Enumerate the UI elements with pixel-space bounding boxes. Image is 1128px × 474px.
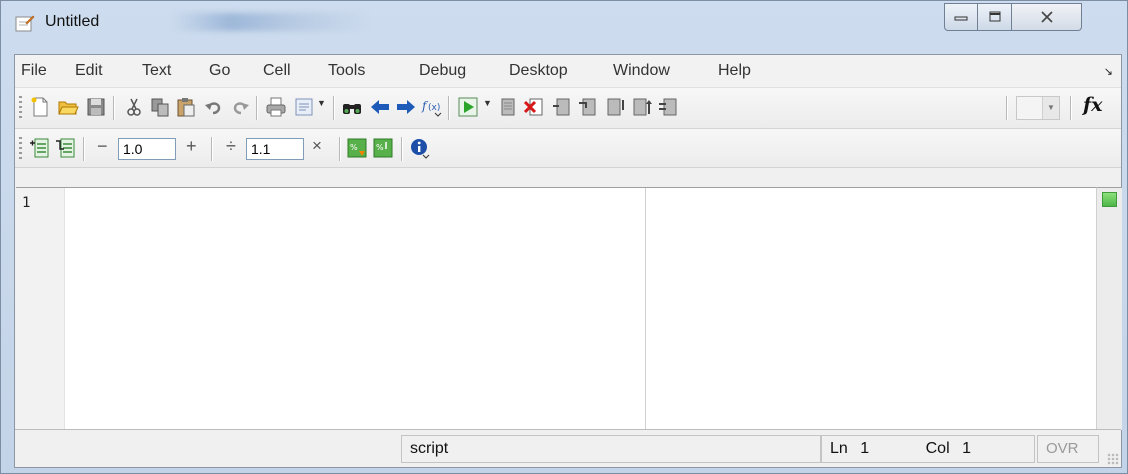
increment-button[interactable]: + xyxy=(186,136,197,157)
divide-value-field[interactable] xyxy=(246,138,304,160)
client-area: File Edit Text Go Cell Tools Debug Deskt… xyxy=(14,54,1122,468)
info-icon[interactable] xyxy=(409,137,431,159)
toolbar-separator xyxy=(113,96,114,120)
resize-grip[interactable] xyxy=(1107,453,1119,465)
exit-debug-icon[interactable] xyxy=(657,96,679,118)
line-value: 1 xyxy=(860,440,870,457)
evaluate-cell-advance-icon[interactable]: % xyxy=(372,137,394,159)
title-bar[interactable]: Untitled xyxy=(1,1,1127,41)
evaluate-cell-icon[interactable]: % xyxy=(346,137,368,159)
menu-debug[interactable]: Debug xyxy=(419,62,466,80)
column-value: 1 xyxy=(962,440,971,457)
step-out-icon[interactable] xyxy=(605,96,627,118)
decrement-button[interactable]: − xyxy=(97,136,108,157)
menu-go[interactable]: Go xyxy=(209,62,230,80)
multiply-button[interactable]: × xyxy=(312,136,322,156)
minimize-icon xyxy=(954,16,968,21)
right-text-limit-line xyxy=(645,188,646,430)
toolbar-separator xyxy=(1070,96,1071,120)
menu-cell[interactable]: Cell xyxy=(263,62,291,80)
close-icon xyxy=(1040,11,1053,23)
breakpoint-clear-icon[interactable] xyxy=(523,96,545,118)
ovr-label: OVR xyxy=(1046,440,1079,457)
undo-icon[interactable] xyxy=(203,96,225,118)
remove-cell-divider-icon[interactable] xyxy=(55,137,77,159)
file-type-field: script xyxy=(401,435,821,463)
cut-icon[interactable] xyxy=(123,96,145,118)
menu-tools[interactable]: Tools xyxy=(328,62,365,80)
vertical-scrollbar[interactable] xyxy=(1096,187,1122,430)
continue-icon[interactable] xyxy=(631,96,653,118)
toolbar-grip[interactable] xyxy=(19,96,22,118)
step-in-icon[interactable] xyxy=(577,96,599,118)
restore-icon xyxy=(989,11,1000,22)
menu-edit[interactable]: Edit xyxy=(75,62,103,80)
comment-dropdown-arrow[interactable]: ▼ xyxy=(317,98,326,108)
insert-cell-divider-icon[interactable] xyxy=(29,137,51,159)
print-icon[interactable] xyxy=(265,96,287,118)
find-icon[interactable] xyxy=(341,96,363,118)
toolbar-separator xyxy=(256,96,257,120)
open-file-icon[interactable] xyxy=(57,96,79,118)
menu-bar: File Edit Text Go Cell Tools Debug Deskt… xyxy=(15,55,1121,88)
comment-icon[interactable] xyxy=(293,96,315,118)
decrement-value-field[interactable] xyxy=(118,138,176,160)
forward-icon[interactable] xyxy=(395,96,417,118)
breakpoint-set-icon[interactable] xyxy=(497,96,519,118)
save-icon[interactable] xyxy=(85,96,107,118)
editor-document-icon xyxy=(15,15,35,32)
cursor-position-field: Ln 1 Col 1 xyxy=(821,435,1035,463)
paste-icon[interactable] xyxy=(175,96,197,118)
step-icon[interactable] xyxy=(551,96,573,118)
status-bar: script Ln 1 Col 1 OVR xyxy=(15,430,1121,467)
toolbar-grip[interactable] xyxy=(19,137,22,159)
file-type-label: script xyxy=(410,440,449,457)
cell-toolbar: − + ÷ × % % xyxy=(15,129,1121,168)
toolbar-separator xyxy=(333,96,334,120)
chevron-down-icon[interactable]: ▼ xyxy=(1042,97,1059,119)
stack-combobox[interactable]: ▼ xyxy=(1016,96,1060,120)
menu-window[interactable]: Window xyxy=(613,62,670,80)
toolbar-separator xyxy=(83,137,84,161)
toolbar-separator xyxy=(448,96,449,120)
close-button[interactable] xyxy=(1012,3,1082,31)
copy-icon[interactable] xyxy=(149,96,171,118)
svg-text:%: % xyxy=(350,143,358,152)
toolbar-separator xyxy=(339,137,340,161)
code-editor[interactable]: 1 xyxy=(16,187,1096,430)
fx-function-icon[interactable]: fx xyxy=(1083,94,1103,116)
svg-text:%: % xyxy=(376,143,384,152)
window-title: Untitled xyxy=(45,13,100,30)
restore-button[interactable] xyxy=(978,3,1012,31)
matlab-editor-window: Untitled File Edit Text Go Cell Tools De… xyxy=(0,0,1128,474)
toolbar-separator xyxy=(401,137,402,161)
new-file-icon[interactable] xyxy=(29,96,51,118)
main-toolbar: ▼ f (x) ▼ ▼ fx xyxy=(15,88,1121,129)
menu-help[interactable]: Help xyxy=(718,62,751,80)
code-analyzer-indicator[interactable] xyxy=(1102,192,1117,207)
function-browser-icon[interactable]: f (x) xyxy=(421,96,443,118)
minimize-button[interactable] xyxy=(944,3,978,31)
menu-file[interactable]: File xyxy=(21,62,47,80)
toolbar-separator xyxy=(211,137,212,161)
column-label: Col xyxy=(925,440,950,457)
line-label: Ln xyxy=(830,440,848,457)
undock-arrow-icon[interactable]: ↘ xyxy=(1104,65,1113,78)
back-icon[interactable] xyxy=(369,96,391,118)
redo-icon[interactable] xyxy=(229,96,251,118)
blurred-title-suffix xyxy=(171,13,371,31)
run-dropdown-arrow[interactable]: ▼ xyxy=(483,98,492,108)
line-number-gutter: 1 xyxy=(16,188,65,430)
menu-text[interactable]: Text xyxy=(142,62,171,80)
toolbar-separator xyxy=(1006,96,1007,120)
run-icon[interactable] xyxy=(457,96,479,118)
menu-desktop[interactable]: Desktop xyxy=(509,62,568,80)
svg-text:(x): (x) xyxy=(428,103,440,113)
divide-button[interactable]: ÷ xyxy=(226,136,236,157)
line-number: 1 xyxy=(22,195,31,211)
overwrite-mode-indicator: OVR xyxy=(1037,435,1099,463)
